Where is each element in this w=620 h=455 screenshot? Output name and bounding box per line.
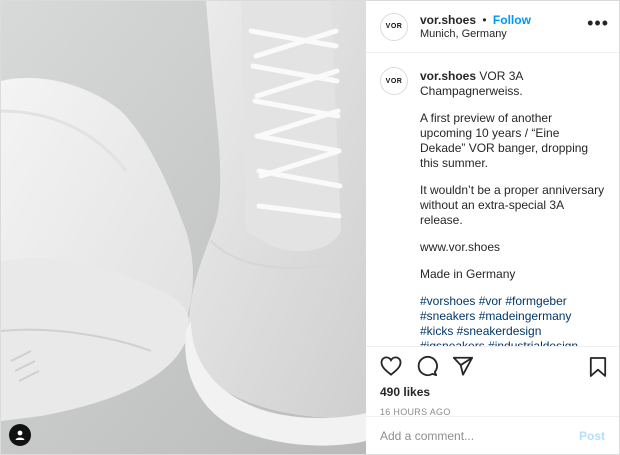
caption-area: VOR vor.shoes VOR 3A Champagnerweiss. A … bbox=[366, 53, 619, 346]
more-options-icon[interactable]: ••• bbox=[587, 14, 609, 36]
instagram-post: VOR vor.shoes • Follow Munich, Germany •… bbox=[0, 0, 620, 455]
comment-input[interactable] bbox=[380, 428, 579, 443]
sneaker-image bbox=[1, 1, 366, 454]
caption-avatar[interactable]: VOR bbox=[380, 67, 408, 95]
action-bar: 490 likes 16 HOURS AGO Post bbox=[366, 346, 619, 454]
caption-body: vor.shoes VOR 3A Champagnerweiss. A firs… bbox=[420, 69, 605, 346]
heart-icon[interactable] bbox=[380, 355, 402, 379]
avatar[interactable]: VOR bbox=[380, 12, 408, 41]
follow-button[interactable]: Follow bbox=[493, 13, 531, 27]
bookmark-icon[interactable] bbox=[589, 356, 607, 381]
location-link[interactable]: Munich, Germany bbox=[420, 27, 587, 41]
username-link[interactable]: vor.shoes bbox=[420, 13, 476, 27]
post-photo[interactable] bbox=[1, 1, 366, 454]
separator-dot: • bbox=[482, 12, 487, 27]
likes-count[interactable]: 490 likes bbox=[380, 385, 605, 399]
comment-bar: Post bbox=[366, 416, 619, 454]
caption-paragraph: Made in Germany bbox=[420, 267, 516, 281]
post-sidebar: VOR vor.shoes • Follow Munich, Germany •… bbox=[366, 1, 619, 454]
comment-icon[interactable] bbox=[416, 355, 438, 380]
caption-paragraph: A first preview of another upcoming 10 y… bbox=[420, 111, 589, 170]
post-comment-button[interactable]: Post bbox=[579, 429, 605, 443]
action-icons bbox=[380, 355, 605, 379]
user-tag-icon[interactable] bbox=[9, 424, 31, 446]
share-icon[interactable] bbox=[452, 355, 474, 380]
post-header: VOR vor.shoes • Follow Munich, Germany •… bbox=[366, 1, 619, 53]
caption-hashtags[interactable]: #vorshoes #vor #formgeber #sneakers #mad… bbox=[420, 294, 605, 346]
caption-paragraph: It wouldn’t be a proper anniversary with… bbox=[420, 183, 605, 227]
caption-username[interactable]: vor.shoes bbox=[420, 69, 476, 83]
caption-link: www.vor.shoes bbox=[420, 240, 501, 254]
header-text: vor.shoes • Follow Munich, Germany bbox=[420, 13, 587, 41]
